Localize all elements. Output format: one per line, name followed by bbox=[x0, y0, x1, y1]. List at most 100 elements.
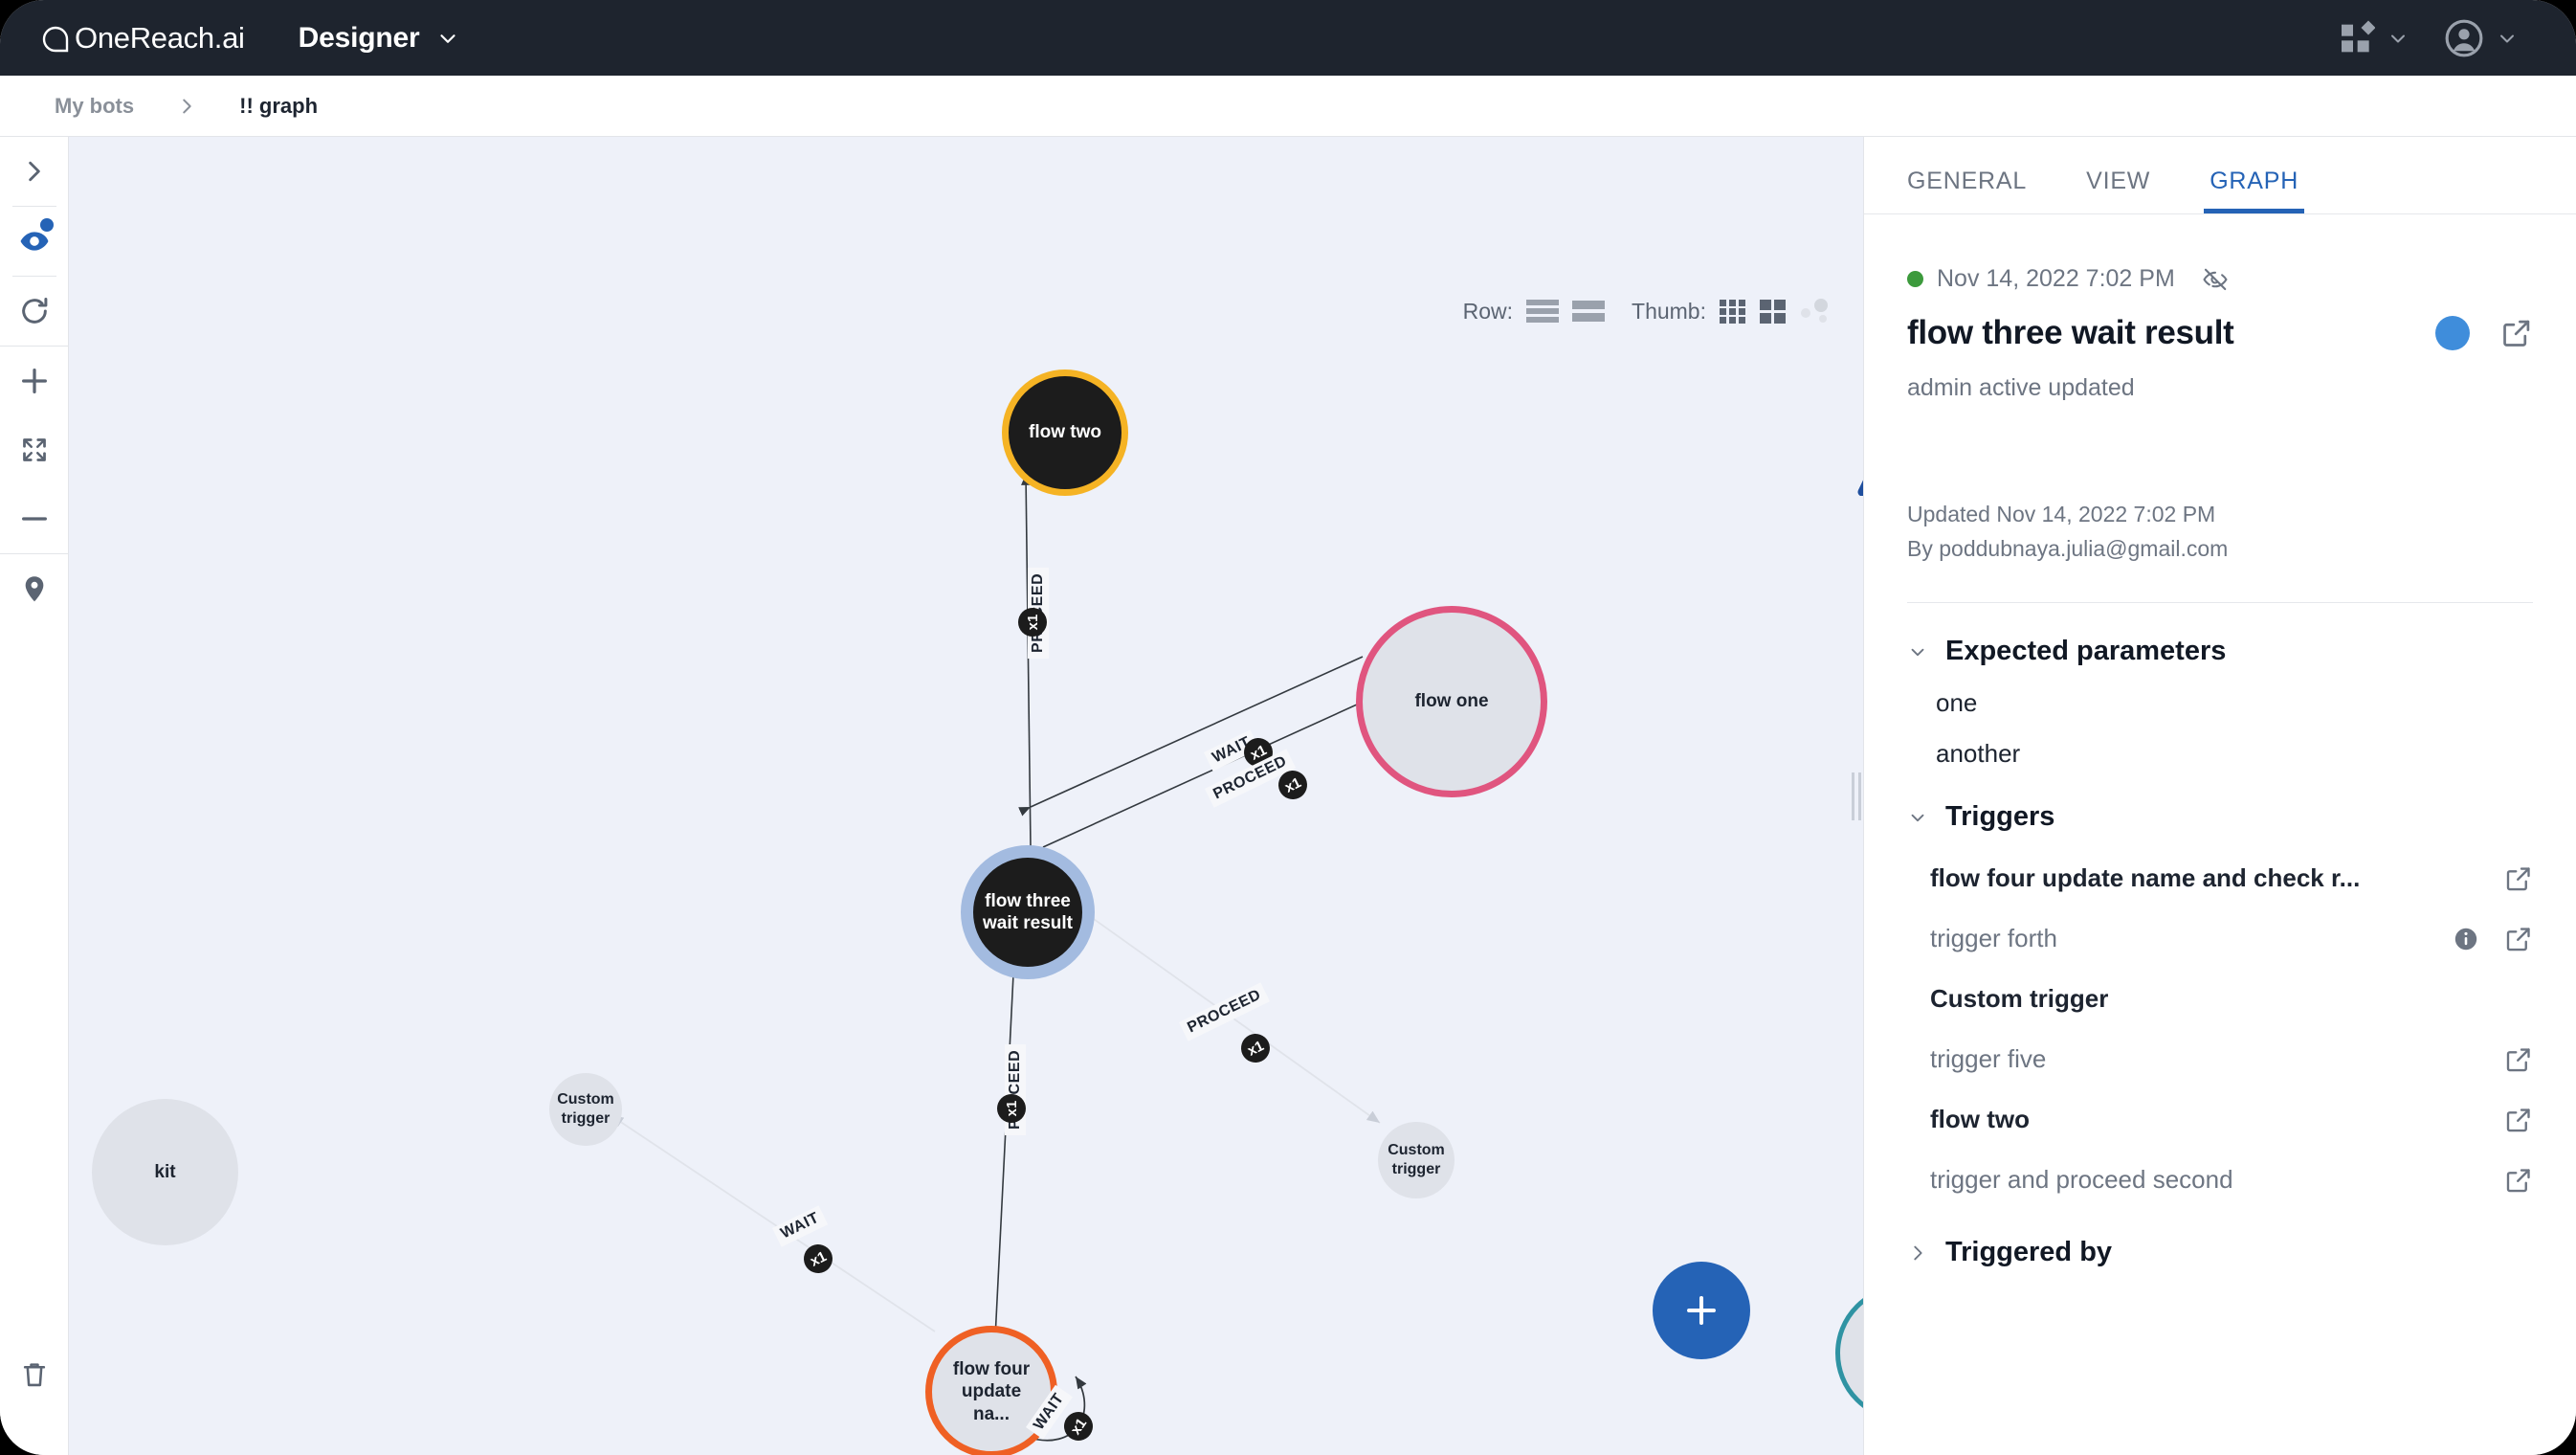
section-triggered-by-header[interactable]: Triggered by bbox=[1907, 1237, 2533, 1268]
trash-icon bbox=[19, 1359, 50, 1390]
fit-to-screen-button[interactable] bbox=[0, 415, 69, 484]
section-title: Triggers bbox=[1945, 801, 2054, 833]
trigger-row[interactable]: flow four update name and check r... bbox=[1930, 863, 2533, 893]
delete-button[interactable] bbox=[0, 1340, 69, 1409]
entity-color-swatch[interactable] bbox=[2435, 316, 2470, 350]
chevron-down-icon bbox=[1907, 641, 1928, 662]
trigger-actions bbox=[2504, 864, 2533, 893]
breadcrumb-my-bots[interactable]: My bots bbox=[55, 94, 134, 119]
graph-node-label: Customtrigger bbox=[1378, 1141, 1455, 1178]
row-label: Row: bbox=[1463, 299, 1513, 325]
open-external-icon[interactable] bbox=[2504, 1166, 2533, 1195]
details-panel: GENERAL VIEW GRAPH Nov 14, 2022 7:02 PM bbox=[1863, 137, 2576, 1455]
graph-node-flow-two[interactable]: flow two bbox=[1002, 369, 1128, 496]
trigger-row[interactable]: Custom trigger bbox=[1930, 984, 2533, 1014]
graph-node-custom-trigger-left[interactable]: Customtrigger bbox=[549, 1073, 622, 1146]
breadcrumb: My bots !! graph bbox=[0, 76, 2576, 137]
minus-icon bbox=[18, 503, 51, 535]
account-menu-button[interactable] bbox=[2444, 18, 2519, 58]
trigger-actions bbox=[2453, 925, 2533, 953]
section-triggers-header[interactable]: Triggers bbox=[1907, 801, 2533, 833]
section-title: Triggered by bbox=[1945, 1237, 2112, 1268]
graph-node-kit-node[interactable]: kit bbox=[92, 1099, 238, 1245]
trigger-row[interactable]: trigger five bbox=[1930, 1044, 2533, 1074]
panel-tabs: GENERAL VIEW GRAPH bbox=[1864, 137, 2576, 214]
chevron-down-icon bbox=[2496, 27, 2519, 50]
top-bar: OneReach.ai Designer bbox=[0, 0, 2576, 76]
trigger-actions bbox=[2504, 1045, 2533, 1074]
breadcrumb-separator bbox=[176, 96, 197, 117]
status-badge bbox=[1907, 271, 1923, 287]
status-row: Nov 14, 2022 7:02 PM bbox=[1907, 265, 2533, 293]
open-external-icon[interactable] bbox=[2504, 1045, 2533, 1074]
grid-4-icon[interactable] bbox=[1760, 299, 1787, 324]
left-toolbar bbox=[0, 137, 69, 1455]
thumb-label: Thumb: bbox=[1632, 299, 1706, 325]
trigger-row[interactable]: trigger and proceed second bbox=[1930, 1165, 2533, 1195]
refresh-button[interactable] bbox=[0, 277, 69, 346]
graph-node-flow-four[interactable]: flow fourupdate na... bbox=[925, 1326, 1057, 1455]
map-pin-icon bbox=[19, 573, 50, 604]
trigger-actions bbox=[2504, 1106, 2533, 1134]
graph-node-label: flow threewait result bbox=[973, 890, 1082, 934]
info-icon[interactable] bbox=[2453, 926, 2479, 952]
chevron-right-icon bbox=[20, 157, 49, 186]
app-switcher[interactable]: Designer bbox=[299, 22, 461, 55]
updated-info: Updated Nov 14, 2022 7:02 PM By poddubna… bbox=[1907, 498, 2533, 566]
trigger-name: trigger and proceed second bbox=[1930, 1165, 2233, 1195]
chevron-right-icon bbox=[176, 96, 197, 117]
grid-9-icon[interactable] bbox=[1720, 299, 1746, 324]
chevron-down-icon bbox=[435, 26, 460, 51]
brand-name: OneReach.ai bbox=[75, 21, 245, 56]
brand-logo[interactable]: OneReach.ai bbox=[38, 19, 245, 56]
locate-button[interactable] bbox=[0, 554, 69, 623]
tab-view[interactable]: VIEW bbox=[2086, 168, 2150, 213]
dots-icon[interactable] bbox=[1800, 298, 1829, 325]
graph-node-label: flow fourupdate na... bbox=[932, 1358, 1051, 1425]
open-external-icon[interactable] bbox=[2504, 1106, 2533, 1134]
apps-menu-button[interactable] bbox=[2337, 19, 2409, 57]
trigger-list: flow four update name and check r... trig… bbox=[1907, 863, 2533, 1195]
trigger-row[interactable]: flow two bbox=[1930, 1105, 2533, 1134]
open-external-icon[interactable] bbox=[2500, 317, 2533, 349]
trigger-name: flow two bbox=[1930, 1105, 2030, 1134]
open-external-icon[interactable] bbox=[2504, 864, 2533, 893]
visibility-badge-dot bbox=[40, 218, 54, 232]
trigger-name: trigger forth bbox=[1930, 924, 2057, 953]
onereach-mark-icon bbox=[38, 22, 73, 56]
add-node-button[interactable] bbox=[1653, 1262, 1750, 1359]
graph-node-label: Customtrigger bbox=[547, 1090, 624, 1128]
graph-nodes: flow two flow one flow threewait result Cus… bbox=[69, 137, 1863, 1455]
graph-node-label: flow one bbox=[1405, 690, 1498, 712]
graph-node-flow-three[interactable]: flow threewait result bbox=[961, 845, 1095, 979]
entity-actions bbox=[2435, 316, 2533, 350]
section-expected-parameters-header[interactable]: Expected parameters bbox=[1907, 636, 2533, 667]
graph-node-label: context menunewer bbox=[1840, 1322, 1863, 1385]
eye-off-icon[interactable] bbox=[2202, 266, 2229, 293]
tab-graph[interactable]: GRAPH bbox=[2210, 168, 2298, 213]
status-timestamp: Nov 14, 2022 7:02 PM bbox=[1937, 265, 2175, 293]
graph-canvas[interactable]: flow two flow one flow threewait result Cus… bbox=[69, 137, 1863, 1455]
parameter-item: one bbox=[1936, 688, 2533, 718]
zoom-out-button[interactable] bbox=[0, 484, 69, 553]
section-triggered-by: Triggered by bbox=[1907, 1237, 2533, 1268]
visibility-button[interactable] bbox=[0, 207, 69, 276]
trigger-name: trigger five bbox=[1930, 1044, 2046, 1074]
parameter-item: another bbox=[1936, 739, 2533, 769]
rows-three-icon[interactable] bbox=[1526, 299, 1559, 324]
trigger-row[interactable]: trigger forth bbox=[1930, 924, 2533, 953]
top-bar-actions bbox=[2337, 18, 2519, 58]
graph-node-context-menu-newer[interactable]: context menunewer bbox=[1835, 1285, 1863, 1421]
panel-resize-handle[interactable] bbox=[1849, 770, 1864, 823]
updated-timestamp: Updated Nov 14, 2022 7:02 PM bbox=[1907, 498, 2533, 532]
rows-two-icon[interactable] bbox=[1572, 299, 1605, 324]
updated-author: By poddubnaya.julia@gmail.com bbox=[1907, 532, 2533, 567]
open-external-icon[interactable] bbox=[2504, 925, 2533, 953]
tab-general[interactable]: GENERAL bbox=[1907, 168, 2027, 213]
graph-node-flow-one[interactable]: flow one bbox=[1356, 606, 1547, 797]
zoom-in-button[interactable] bbox=[0, 347, 69, 415]
row-view-control: Row: bbox=[1463, 299, 1605, 325]
expand-panel-button[interactable] bbox=[0, 137, 69, 206]
graph-node-custom-trigger-right[interactable]: Customtrigger bbox=[1378, 1122, 1455, 1198]
fullscreen-icon bbox=[20, 436, 49, 464]
